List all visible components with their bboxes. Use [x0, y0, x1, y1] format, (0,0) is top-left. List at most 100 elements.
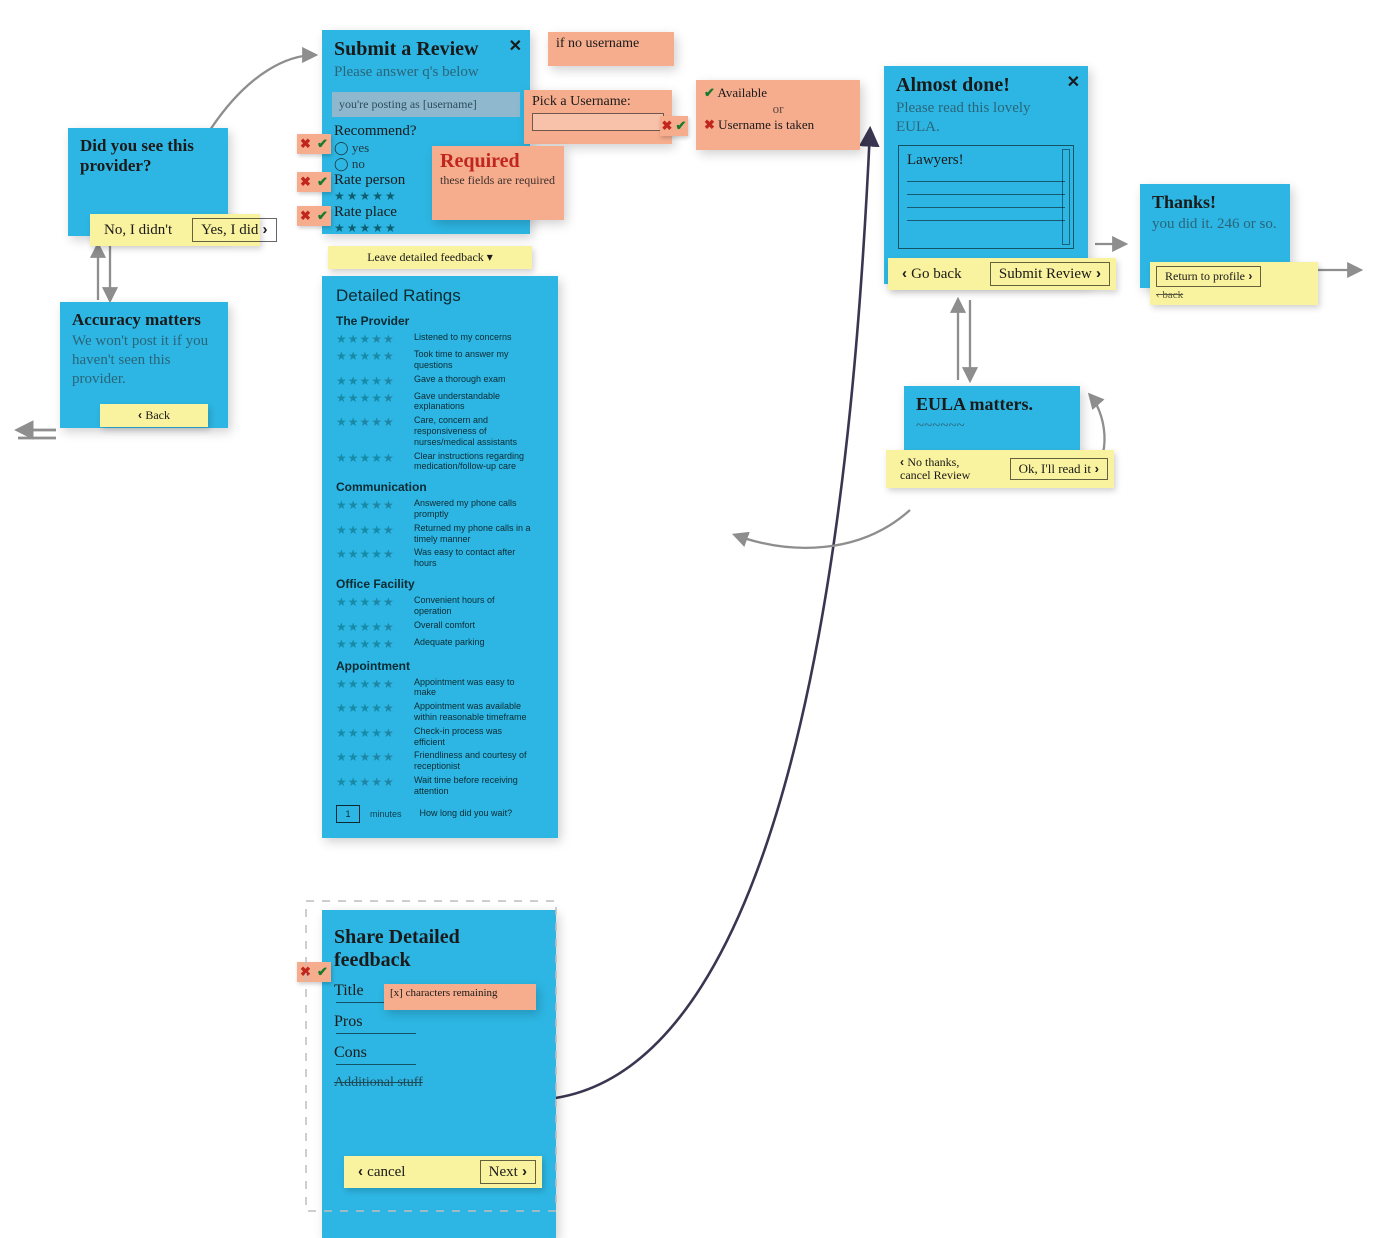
- submit-title: Submit a Review: [322, 30, 530, 63]
- card-username-status: ✔ Available or ✖ Username is taken: [696, 80, 860, 150]
- eula-title: EULA matters.: [904, 386, 1080, 417]
- star-rating[interactable]: ★★★★★: [336, 391, 404, 405]
- star-rating[interactable]: ★★★★★: [336, 595, 404, 609]
- flow-canvas: Did you see this provider? No, I didn't …: [0, 0, 1400, 1226]
- star-rating[interactable]: ★★★★★: [336, 451, 404, 465]
- star-rating[interactable]: ★★★★★: [336, 726, 404, 740]
- close-icon[interactable]: ✕: [509, 36, 522, 56]
- status-available: ✔ Available: [704, 85, 852, 101]
- accuracy-title: Accuracy matters: [60, 302, 228, 332]
- chevron-right-icon: ›: [1245, 269, 1252, 283]
- star-rating[interactable]: ★★★★★: [336, 349, 404, 363]
- rating-label: Appointment was easy to make: [414, 677, 534, 699]
- star-rating[interactable]: ★★★★★: [336, 374, 404, 388]
- rating-label: Returned my phone calls in a timely mann…: [414, 523, 534, 545]
- required-headline: Required: [440, 150, 556, 173]
- rating-row: ★★★★★Check-in process was efficient: [336, 726, 546, 748]
- star-rating[interactable]: ★★★★★: [336, 750, 404, 764]
- cons-input[interactable]: [336, 1064, 416, 1065]
- star-rating[interactable]: ★★★★★: [336, 332, 404, 346]
- rating-row: ★★★★★ Clear instructions regarding medica…: [336, 451, 546, 473]
- rating-label: Gave a thorough exam: [414, 374, 506, 385]
- share-pros-label: Pros: [334, 1013, 544, 1031]
- rating-row: ★★★★★ Friendliness and courtesy of recept…: [336, 750, 546, 772]
- scrollbar[interactable]: [1062, 149, 1070, 245]
- rating-row: ★★★★★Gave understandable explanations: [336, 391, 546, 413]
- eula-no-thanks-button[interactable]: ‹ No thanks, cancel Review: [892, 454, 998, 484]
- validate-title: ✖✔: [297, 962, 331, 982]
- almost-title: Almost done!: [884, 66, 1088, 99]
- accuracy-body: We won't post it if you haven't seen thi…: [60, 332, 228, 396]
- yes-i-did-button[interactable]: Yes, I did ›: [192, 218, 276, 242]
- minutes-input[interactable]: 1: [336, 805, 360, 823]
- back-button[interactable]: ‹ Back: [138, 408, 170, 423]
- rating-label: Clear instructions regarding medication/…: [414, 451, 534, 473]
- rating-row: ★★★★★ Gave a thorough exam: [336, 374, 546, 388]
- posting-as-field[interactable]: you're posting as [username]: [332, 92, 520, 117]
- star-rating[interactable]: ★★★★★: [336, 498, 404, 512]
- rating-label: Wait time before receiving attention: [414, 775, 534, 797]
- star-rating[interactable]: ★★★★★: [336, 701, 404, 715]
- share-buttons: ‹ cancel Next ›: [344, 1156, 542, 1188]
- cancel-button[interactable]: ‹ cancel: [350, 1161, 413, 1183]
- star-rating[interactable]: ★★★★★: [336, 523, 404, 537]
- chevron-right-icon: ›: [258, 221, 267, 238]
- thanks-buttons: Return to profile › ‹ back: [1150, 262, 1318, 305]
- rating-label: Answered my phone calls promptly: [414, 498, 534, 520]
- ratings-section-title: The Provider: [336, 314, 546, 328]
- star-rating[interactable]: ★★★★★: [336, 637, 404, 651]
- next-button[interactable]: Next ›: [480, 1160, 536, 1184]
- validate-rate-place: ✖✔: [297, 206, 331, 226]
- pros-input[interactable]: [336, 1033, 416, 1034]
- no-i-didnt-button[interactable]: No, I didn't: [96, 220, 180, 241]
- return-to-profile-button[interactable]: Return to profile ›: [1156, 266, 1261, 287]
- star-rating[interactable]: ★★★★★: [336, 547, 404, 561]
- submit-subtitle: Please answer q's below: [322, 63, 530, 90]
- star-rating[interactable]: ★★★★★: [336, 415, 404, 429]
- rate-place-stars[interactable]: ★★★★★: [334, 221, 518, 236]
- rating-row: ★★★★★Care, concern and responsiveness of…: [336, 415, 546, 447]
- go-back-button[interactable]: ‹ Go back: [894, 263, 970, 285]
- card-almost-done: ✕ Almost done! Please read this lovely E…: [884, 66, 1088, 284]
- rating-row: ★★★★★ Answered my phone calls promptly: [336, 498, 546, 520]
- see-provider-title: Did you see this provider?: [68, 128, 228, 178]
- chevron-left-icon: ‹: [358, 1163, 367, 1180]
- close-icon[interactable]: ✕: [1067, 72, 1080, 92]
- eula-ok-button[interactable]: Ok, I'll read it ›: [1010, 458, 1108, 480]
- ratings-section-title: Communication: [336, 480, 546, 494]
- chevron-right-icon: ›: [518, 1163, 527, 1180]
- thanks-back-struck: ‹ back: [1156, 289, 1183, 301]
- validate-recommend: ✖✔: [297, 134, 331, 154]
- detailed-toggle[interactable]: Leave detailed feedback ▾: [328, 246, 532, 269]
- share-additional-label: Additional stuff: [334, 1075, 544, 1091]
- validate-username: ✖✔: [660, 116, 688, 136]
- rating-row: ★★★★★ Returned my phone calls in a timely…: [336, 523, 546, 545]
- card-share-feedback: Share Detailed feedback Title Pros Cons …: [322, 910, 556, 1238]
- note-chars-remaining: [x] characters remaining: [384, 984, 536, 1010]
- rating-row: ★★★★★Appointment was available within re…: [336, 701, 546, 723]
- ratings-section-title: Appointment: [336, 659, 546, 673]
- minutes-prompt: How long did you wait?: [420, 808, 513, 819]
- card-pick-username: Pick a Username:: [524, 90, 672, 144]
- status-or: or: [704, 101, 852, 117]
- star-rating[interactable]: ★★★★★: [336, 677, 404, 691]
- eula-scribble: ~~~~~~: [904, 417, 1080, 444]
- star-rating[interactable]: ★★★★★: [336, 775, 404, 789]
- star-rating[interactable]: ★★★★★: [336, 620, 404, 634]
- ratings-heading: Detailed Ratings: [336, 286, 546, 306]
- rating-label: Overall comfort: [414, 620, 475, 631]
- thanks-body: you did it. 246 or so.: [1140, 215, 1290, 242]
- submit-review-button[interactable]: Submit Review ›: [990, 262, 1110, 286]
- rating-label: Was easy to contact after hours: [414, 547, 534, 569]
- rating-label: Friendliness and courtesy of receptionis…: [414, 750, 534, 772]
- thanks-title: Thanks!: [1140, 184, 1290, 215]
- eula-buttons: ‹ No thanks, cancel Review Ok, I'll read…: [886, 450, 1114, 488]
- rating-row: ★★★★★ Wait time before receiving attentio…: [336, 775, 546, 797]
- status-taken: ✖ Username is taken: [704, 117, 852, 133]
- rating-label: Adequate parking: [414, 637, 485, 648]
- minutes-label: minutes: [370, 809, 402, 819]
- username-input[interactable]: [532, 113, 664, 131]
- rating-label: Convenient hours of operation: [414, 595, 534, 617]
- eula-doc-title: Lawyers!: [907, 152, 1065, 169]
- rating-row: ★★★★★ Convenient hours of operation: [336, 595, 546, 617]
